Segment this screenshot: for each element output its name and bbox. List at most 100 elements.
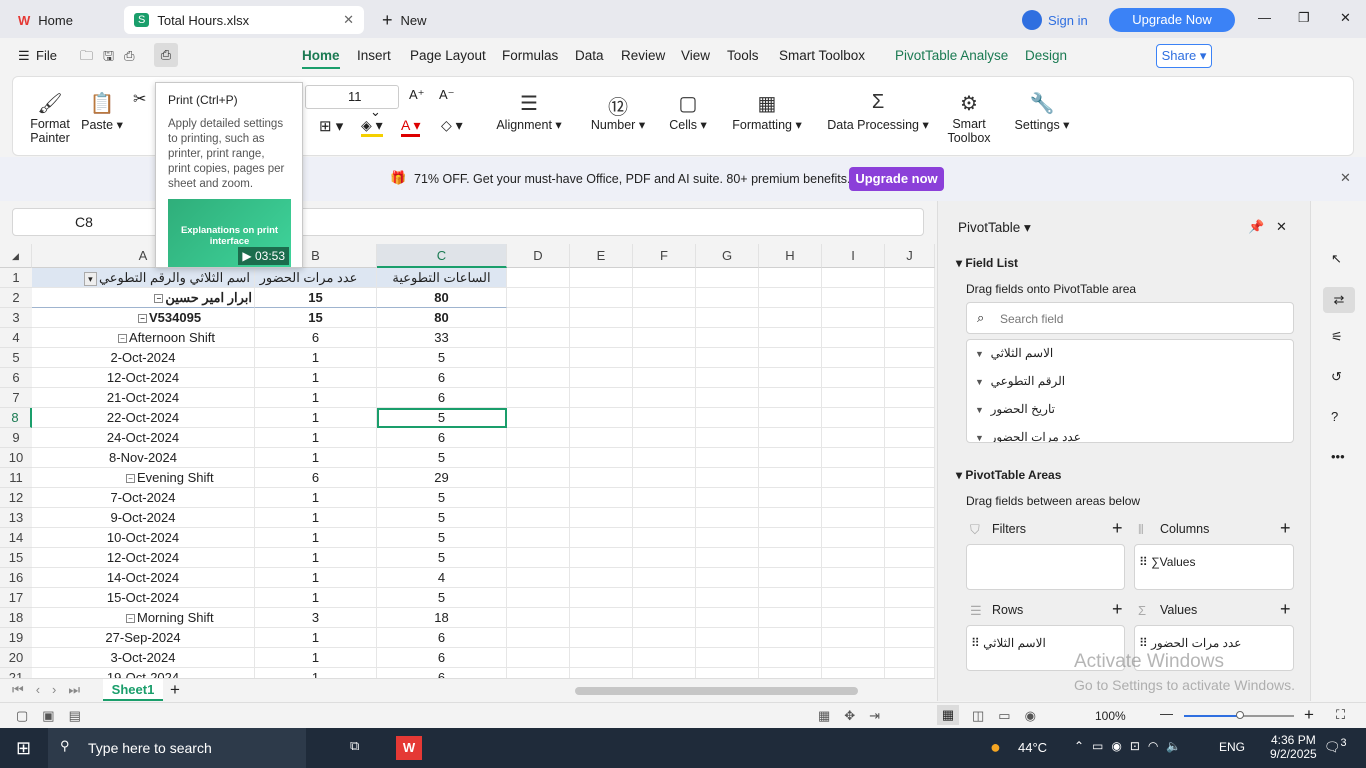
empty-cell[interactable]: [759, 588, 822, 608]
pivot-areas-header[interactable]: ▾ PivotTable Areas: [956, 468, 1061, 482]
language-indicator[interactable]: ENG: [1219, 740, 1245, 754]
empty-cell[interactable]: [885, 268, 935, 288]
cell-b7[interactable]: 1: [255, 388, 377, 408]
add-column-icon[interactable]: +: [1280, 518, 1291, 539]
ribbon-tab-smart-toolbox[interactable]: Smart Toolbox: [779, 48, 865, 63]
wps-taskbar-icon[interactable]: W: [396, 736, 422, 760]
empty-cell[interactable]: [822, 668, 885, 678]
empty-cell[interactable]: [885, 508, 935, 528]
empty-cell[interactable]: [822, 628, 885, 648]
cell-c16[interactable]: 4: [377, 568, 507, 588]
row-header[interactable]: 11: [0, 468, 32, 488]
cell-c5[interactable]: 5: [377, 348, 507, 368]
empty-cell[interactable]: [507, 608, 570, 628]
empty-cell[interactable]: [759, 448, 822, 468]
empty-cell[interactable]: [696, 268, 759, 288]
empty-cell[interactable]: [507, 628, 570, 648]
hamburger-icon[interactable]: ☰: [18, 48, 30, 64]
history-icon[interactable]: ↺: [1331, 369, 1342, 385]
cell-b6[interactable]: 1: [255, 368, 377, 388]
help-icon[interactable]: ?: [1331, 409, 1338, 424]
cell-c2[interactable]: 80: [377, 288, 507, 308]
empty-cell[interactable]: [759, 568, 822, 588]
empty-cell[interactable]: [570, 408, 633, 428]
columns-area[interactable]: ⠿ ∑Values: [1134, 544, 1294, 590]
empty-cell[interactable]: [696, 568, 759, 588]
cell-b20[interactable]: 1: [255, 648, 377, 668]
ribbon-tab-pivottable-analyse[interactable]: PivotTable Analyse: [895, 48, 1008, 63]
cell-c8[interactable]: 5: [377, 408, 507, 428]
cell-c17[interactable]: 5: [377, 588, 507, 608]
collapse-icon[interactable]: −: [154, 294, 164, 303]
cell-b15[interactable]: 1: [255, 548, 377, 568]
empty-cell[interactable]: [633, 368, 696, 388]
smart-toolbox-button[interactable]: ⚙ Smart Toolbox: [943, 91, 995, 145]
row-header[interactable]: 6: [0, 368, 32, 388]
empty-cell[interactable]: [633, 308, 696, 328]
empty-cell[interactable]: [696, 468, 759, 488]
empty-cell[interactable]: [633, 588, 696, 608]
ribbon-tab-page-layout[interactable]: Page Layout: [410, 48, 486, 63]
empty-cell[interactable]: [696, 588, 759, 608]
ribbon-tab-formulas[interactable]: Formulas: [502, 48, 558, 63]
empty-cell[interactable]: [507, 428, 570, 448]
close-window-icon[interactable]: ✕: [1340, 10, 1351, 26]
empty-cell[interactable]: [633, 288, 696, 308]
empty-cell[interactable]: [633, 448, 696, 468]
cell-c1[interactable]: الساعات التطوعية: [377, 268, 507, 288]
empty-cell[interactable]: [822, 348, 885, 368]
empty-cell[interactable]: [822, 428, 885, 448]
cell-c12[interactable]: 5: [377, 488, 507, 508]
empty-cell[interactable]: [822, 308, 885, 328]
columns-area-item[interactable]: ⠿ ∑Values: [1139, 555, 1195, 569]
cell-c9[interactable]: 6: [377, 428, 507, 448]
filter-dropdown-icon[interactable]: ▾: [83, 272, 97, 286]
alignment-button[interactable]: ☰ Alignment ▾: [491, 91, 567, 132]
cell-a5[interactable]: 2-Oct-2024: [32, 348, 255, 368]
layout-view-icons[interactable]: ◫▭◉: [972, 708, 1050, 724]
cell-c19[interactable]: 6: [377, 628, 507, 648]
empty-cell[interactable]: [507, 308, 570, 328]
cell-c21[interactable]: 6: [377, 668, 507, 678]
cell-a3[interactable]: − V534095: [32, 308, 255, 328]
select-cursor-icon[interactable]: ↖: [1331, 251, 1342, 267]
cell-b13[interactable]: 1: [255, 508, 377, 528]
empty-cell[interactable]: [822, 388, 885, 408]
empty-cell[interactable]: [633, 528, 696, 548]
empty-cell[interactable]: [759, 548, 822, 568]
empty-cell[interactable]: [759, 388, 822, 408]
empty-cell[interactable]: [759, 668, 822, 678]
empty-cell[interactable]: [822, 548, 885, 568]
row-header[interactable]: 3: [0, 308, 32, 328]
close-tab-icon[interactable]: ✕: [343, 12, 354, 28]
share-button[interactable]: Share ▾: [1156, 44, 1212, 68]
collapse-icon[interactable]: −: [126, 614, 135, 623]
pivot-field-item[interactable]: ▼ الاسم الثلاثي: [975, 346, 1053, 360]
menu-file[interactable]: File: [36, 48, 57, 63]
task-view-icon[interactable]: ⧉: [350, 738, 359, 754]
cell-c6[interactable]: 6: [377, 368, 507, 388]
cell-a1[interactable]: ▾ اسم الثلاثي والرقم التطوعي: [32, 268, 255, 288]
empty-cell[interactable]: [570, 508, 633, 528]
zoom-out-icon[interactable]: —: [1160, 706, 1173, 721]
cell-c7[interactable]: 6: [377, 388, 507, 408]
row-header[interactable]: 4: [0, 328, 32, 348]
empty-cell[interactable]: [885, 468, 935, 488]
format-painter-button[interactable]: 🖌 Format Painter: [21, 91, 79, 145]
empty-cell[interactable]: [507, 468, 570, 488]
taskbar-search[interactable]: ⚲ Type here to search: [48, 728, 306, 768]
ribbon-tab-insert[interactable]: Insert: [357, 48, 391, 63]
empty-cell[interactable]: [633, 268, 696, 288]
empty-cell[interactable]: [570, 348, 633, 368]
empty-cell[interactable]: [885, 408, 935, 428]
cell-a20[interactable]: 3-Oct-2024: [32, 648, 255, 668]
empty-cell[interactable]: [570, 268, 633, 288]
tab-home[interactable]: W Home: [8, 6, 118, 34]
ribbon-tab-tools[interactable]: Tools: [727, 48, 759, 63]
pivot-field-item[interactable]: ▼ عدد مرات الحضور: [975, 430, 1081, 442]
cell-b1[interactable]: عدد مرات الحضور: [255, 268, 377, 288]
empty-cell[interactable]: [570, 668, 633, 678]
cell-a10[interactable]: 8-Nov-2024: [32, 448, 255, 468]
empty-cell[interactable]: [570, 528, 633, 548]
row-header[interactable]: 13: [0, 508, 32, 528]
